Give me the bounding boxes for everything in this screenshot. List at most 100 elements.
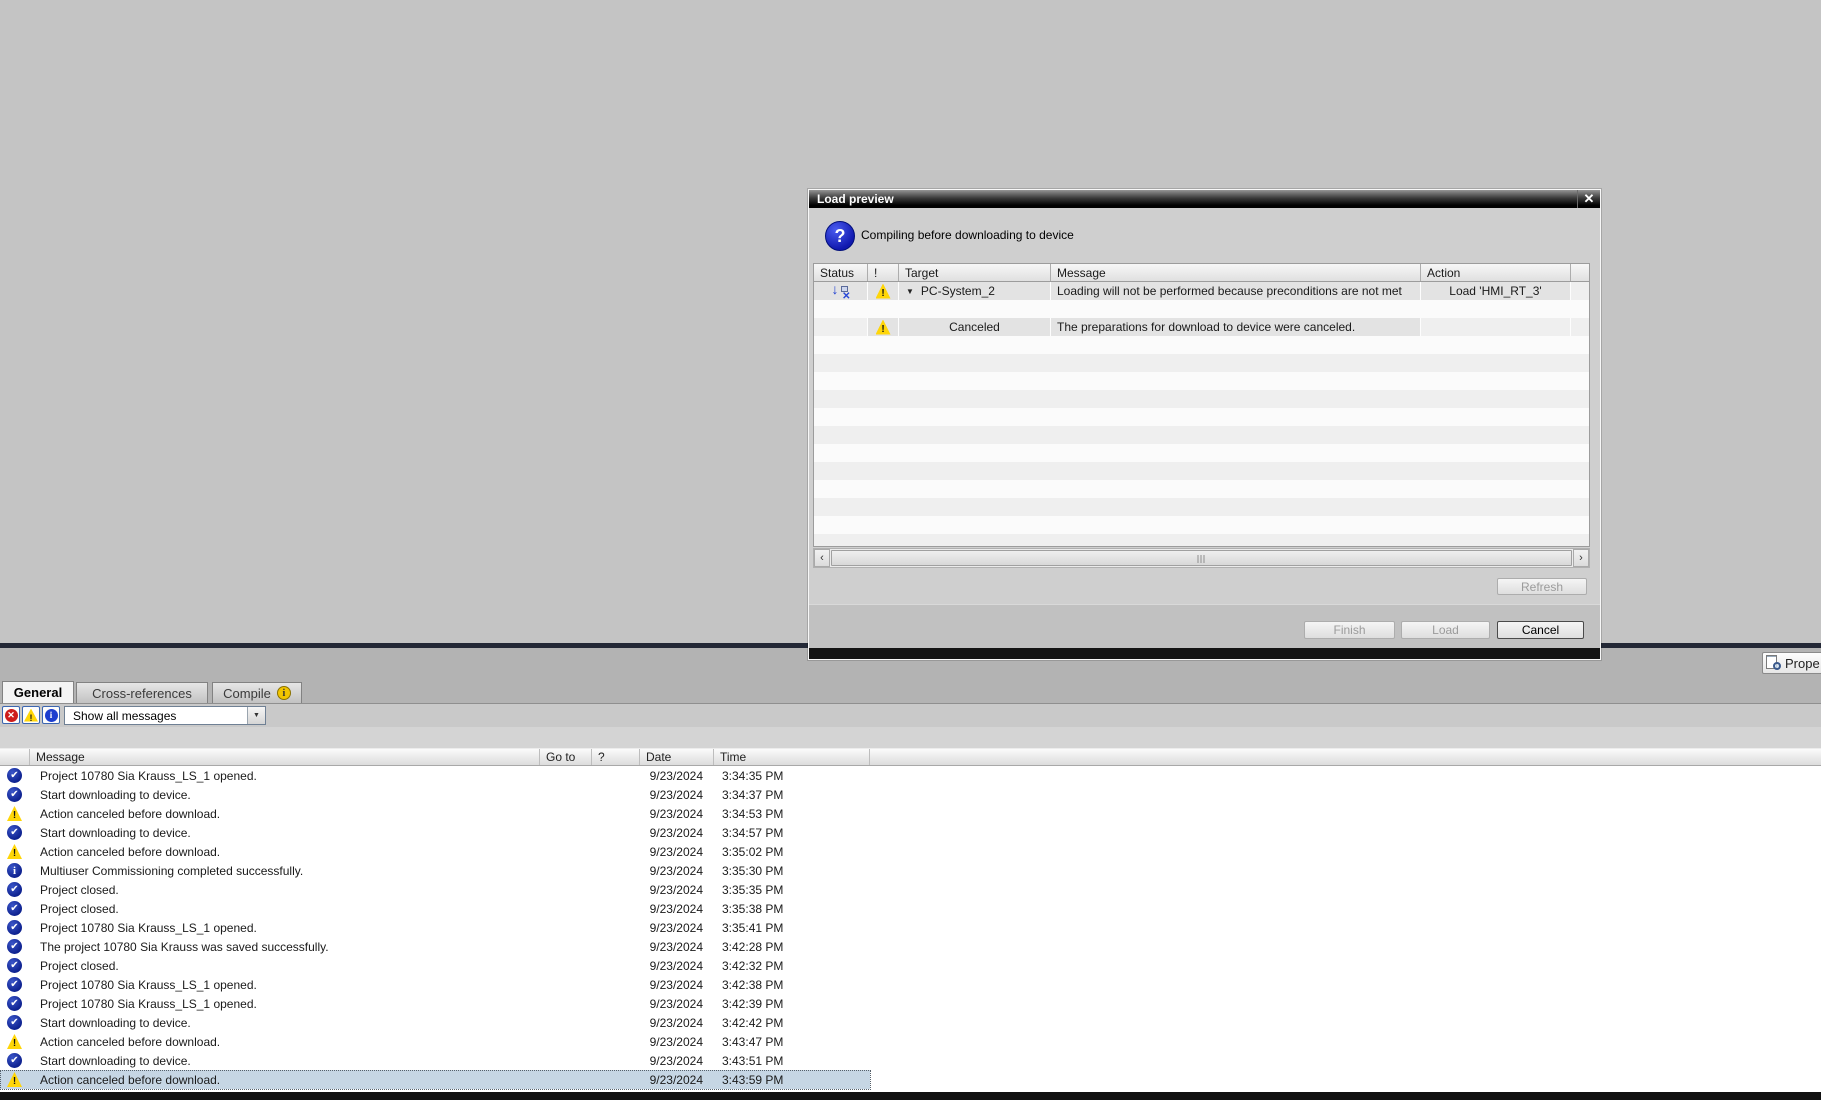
log-status-icon — [7, 920, 22, 935]
log-row[interactable]: Project 10780 Sia Krauss_LS_1 opened. 9/… — [0, 766, 1821, 785]
log-goto-cell — [540, 994, 592, 1013]
horizontal-scrollbar[interactable]: ‹ › — [813, 548, 1590, 568]
log-time: 3:34:53 PM — [722, 806, 784, 821]
log-help-cell — [592, 937, 640, 956]
log-time: 3:42:42 PM — [722, 1015, 784, 1030]
log-time: 3:43:59 PM — [714, 1070, 870, 1089]
dialog-close-button[interactable]: ✕ — [1577, 190, 1600, 208]
log-goto-cell — [540, 1013, 592, 1032]
log-header-date[interactable]: Date — [640, 749, 714, 765]
expander-icon[interactable]: ▼ — [906, 287, 914, 296]
log-goto-cell — [540, 1070, 592, 1089]
log-message: Action canceled before download. — [40, 1034, 221, 1049]
log-header-icon-column[interactable] — [0, 749, 30, 765]
filter-warnings-button[interactable] — [22, 706, 40, 724]
dialog-titlebar[interactable]: Load preview — [809, 190, 1600, 208]
properties-panel-button[interactable]: Prope — [1762, 652, 1821, 674]
col-action[interactable]: Action — [1421, 264, 1571, 281]
col-extra — [1571, 264, 1589, 281]
message-filter-dropdown[interactable]: Show all messages ▼ — [64, 706, 266, 725]
log-time: 3:43:47 PM — [722, 1034, 784, 1049]
log-goto-cell — [540, 956, 592, 975]
log-help-cell — [592, 880, 640, 899]
log-time: 3:42:32 PM — [722, 958, 784, 973]
col-target[interactable]: Target — [899, 264, 1051, 281]
log-row[interactable]: Start downloading to device. 9/23/2024 3… — [0, 1051, 1821, 1070]
log-status-icon — [7, 958, 22, 973]
cancel-button[interactable]: Cancel — [1497, 621, 1584, 639]
log-row[interactable]: Project 10780 Sia Krauss_LS_1 opened. 9/… — [0, 975, 1821, 994]
log-message: Start downloading to device. — [40, 1015, 191, 1030]
load-row-preconditions[interactable]: ↓✕ ▼ PC-System_2 Loading will not be per… — [814, 281, 1589, 302]
message-filter-value: Show all messages — [73, 708, 177, 723]
log-status-icon — [7, 901, 22, 916]
canceled-state: Canceled — [899, 318, 1051, 336]
tab-compile[interactable]: Compile i — [212, 682, 302, 703]
target-name: PC-System_2 — [920, 284, 995, 298]
log-row[interactable]: Project 10780 Sia Krauss_LS_1 opened. 9/… — [0, 918, 1821, 937]
filter-info-button[interactable]: i — [42, 706, 60, 724]
log-row[interactable]: Project closed. 9/23/2024 3:42:32 PM — [0, 956, 1821, 975]
col-warn[interactable]: ! — [868, 264, 899, 281]
col-status[interactable]: Status — [814, 264, 868, 281]
load-preview-table: Status ! Target Message Action ↓✕ ▼ PC-S… — [813, 263, 1590, 547]
close-icon: ✕ — [1583, 191, 1595, 206]
scroll-left-button[interactable]: ‹ — [814, 549, 830, 567]
log-header-message[interactable]: Message — [30, 749, 540, 765]
log-row[interactable]: Project closed. 9/23/2024 3:35:35 PM — [0, 880, 1821, 899]
log-row[interactable]: Action canceled before download. 9/23/20… — [0, 1070, 1821, 1090]
log-row[interactable]: Project 10780 Sia Krauss_LS_1 opened. 9/… — [0, 994, 1821, 1013]
log-row[interactable]: Multiuser Commissioning completed succes… — [0, 861, 1821, 880]
log-row[interactable]: Start downloading to device. 9/23/2024 3… — [0, 823, 1821, 842]
log-row[interactable]: Start downloading to device. 9/23/2024 3… — [0, 1013, 1821, 1032]
log-time: 3:34:57 PM — [722, 825, 784, 840]
tab-cross-references-label: Cross-references — [92, 685, 192, 701]
log-message: Action canceled before download. — [30, 1070, 540, 1089]
log-header-filler — [870, 749, 1821, 765]
log-row[interactable]: Project closed. 9/23/2024 3:35:38 PM — [0, 899, 1821, 918]
log-header-time[interactable]: Time — [714, 749, 870, 765]
load-button[interactable]: Load — [1401, 621, 1490, 639]
log-row[interactable]: Action canceled before download. 9/23/20… — [0, 1032, 1821, 1051]
log-status-icon — [7, 863, 22, 878]
log-message: Start downloading to device. — [40, 1053, 191, 1068]
log-time: 3:34:35 PM — [722, 768, 784, 783]
log-message: Project 10780 Sia Krauss_LS_1 opened. — [40, 768, 257, 783]
row-action[interactable]: Load 'HMI_RT_3' — [1421, 282, 1571, 300]
log-date: 9/23/2024 — [649, 806, 703, 821]
log-row[interactable]: Start downloading to device. 9/23/2024 3… — [0, 785, 1821, 804]
log-header-help[interactable]: ? — [592, 749, 640, 765]
log-table-header: Message Go to ? Date Time — [0, 748, 1821, 766]
warning-icon — [24, 708, 38, 722]
log-row[interactable]: Action canceled before download. 9/23/20… — [0, 804, 1821, 823]
log-header-goto[interactable]: Go to — [540, 749, 592, 765]
log-help-cell — [592, 1013, 640, 1032]
log-row[interactable]: The project 10780 Sia Krauss was saved s… — [0, 937, 1821, 956]
log-help-cell — [592, 956, 640, 975]
tab-cross-references[interactable]: Cross-references — [76, 682, 208, 703]
filter-errors-button[interactable]: ✕ — [2, 706, 20, 724]
tab-general[interactable]: General — [2, 681, 74, 703]
load-preview-dialog: Load preview ✕ ? Compiling before downlo… — [808, 189, 1601, 660]
log-date: 9/23/2024 — [649, 901, 703, 916]
scrollbar-thumb[interactable] — [831, 550, 1572, 566]
scroll-right-button[interactable]: › — [1573, 549, 1589, 567]
refresh-button[interactable]: Refresh — [1497, 578, 1587, 595]
finish-button[interactable]: Finish — [1304, 621, 1395, 639]
canceled-message: The preparations for download to device … — [1051, 318, 1421, 336]
log-goto-cell — [540, 880, 592, 899]
log-status-icon — [7, 806, 22, 821]
log-time: 3:42:39 PM — [722, 996, 784, 1011]
log-help-cell — [592, 861, 640, 880]
log-status-icon — [7, 977, 22, 992]
log-status-icon — [7, 787, 22, 802]
log-help-cell — [592, 994, 640, 1013]
log-status-icon — [7, 825, 22, 840]
col-message[interactable]: Message — [1051, 264, 1421, 281]
log-goto-cell — [540, 937, 592, 956]
load-row-canceled[interactable]: Canceled The preparations for download t… — [814, 318, 1589, 336]
log-status-icon — [7, 844, 22, 859]
log-message: Start downloading to device. — [40, 825, 191, 840]
log-row[interactable]: Action canceled before download. 9/23/20… — [0, 842, 1821, 861]
dropdown-arrow-button[interactable]: ▼ — [247, 707, 265, 724]
